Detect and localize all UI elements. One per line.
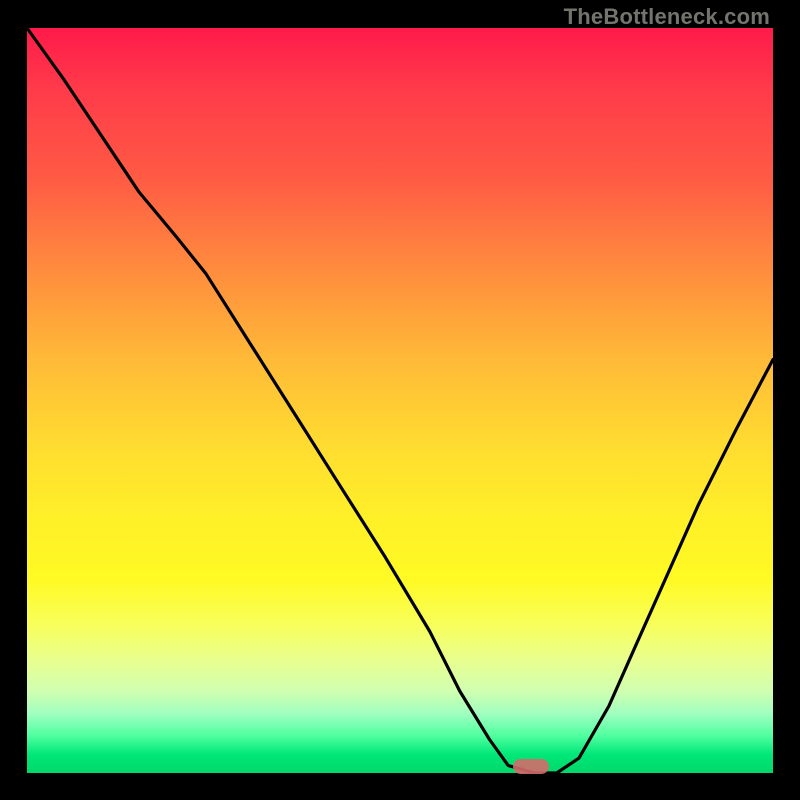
- optimal-point-marker: [513, 759, 549, 774]
- chart-frame: TheBottleneck.com: [0, 0, 800, 800]
- curve-path: [27, 28, 773, 773]
- bottleneck-curve: [27, 28, 773, 773]
- watermark-text: TheBottleneck.com: [564, 4, 770, 30]
